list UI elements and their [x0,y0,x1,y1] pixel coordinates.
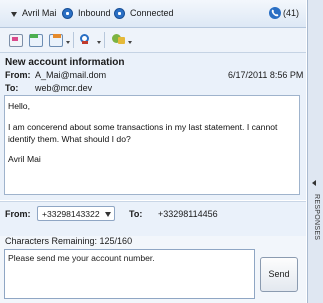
tools-button[interactable] [108,31,128,48]
reply-textarea[interactable]: Please send me your account number. [4,249,255,299]
send-button[interactable]: Send [260,257,298,292]
chevron-down-icon [105,212,111,217]
message-body[interactable] [4,95,300,195]
toolbar-separator [104,32,105,48]
chevron-down-icon[interactable] [11,12,17,17]
characters-remaining: Characters Remaining: 125/160 [5,236,133,246]
message-date: 6/17/2011 8:56 PM [228,70,304,80]
body-line: Hello, [8,101,30,111]
connected-icon [114,8,125,19]
from-label: From: [5,70,31,80]
reply-button[interactable] [25,31,45,48]
from-number-select[interactable]: +33298143322 [37,206,115,221]
phone-icon[interactable] [269,7,281,19]
interaction-count: (41) [283,8,300,18]
body-line: I am concerend about some transactions i… [8,122,278,132]
reply-from-label: From: [5,209,31,219]
body-line: Avril Mai [8,154,41,164]
inbound-icon [62,8,73,19]
message-subject: New account information [5,57,125,68]
to-label: To: [5,83,19,93]
responses-tab-label: RESPONSES [313,194,320,241]
reply-text: Please send me your account number. [8,253,155,263]
body-line: identify them. What should I do? [8,134,131,144]
reply-to-label: To: [129,209,143,219]
responses-tab[interactable]: RESPONSES [307,190,323,286]
forward-button[interactable] [45,31,65,48]
from-number-value: +33298143322 [42,209,100,219]
to-address: web@mcr.dev [35,83,93,93]
chevron-down-icon[interactable] [66,41,70,44]
agent-name[interactable]: Avril Mai [22,8,56,18]
direction-label: Inbound [78,8,111,18]
expand-panel-icon[interactable] [312,180,316,186]
compose-button[interactable] [5,31,25,48]
search-button[interactable] [76,31,96,48]
chevron-down-icon[interactable] [128,41,132,44]
reply-to-number: +33298114456 [158,209,218,219]
chevron-down-icon[interactable] [97,41,101,44]
from-address: A_Mai@mail.dom [35,70,107,80]
status-label: Connected [130,8,174,18]
toolbar-separator [73,32,74,48]
